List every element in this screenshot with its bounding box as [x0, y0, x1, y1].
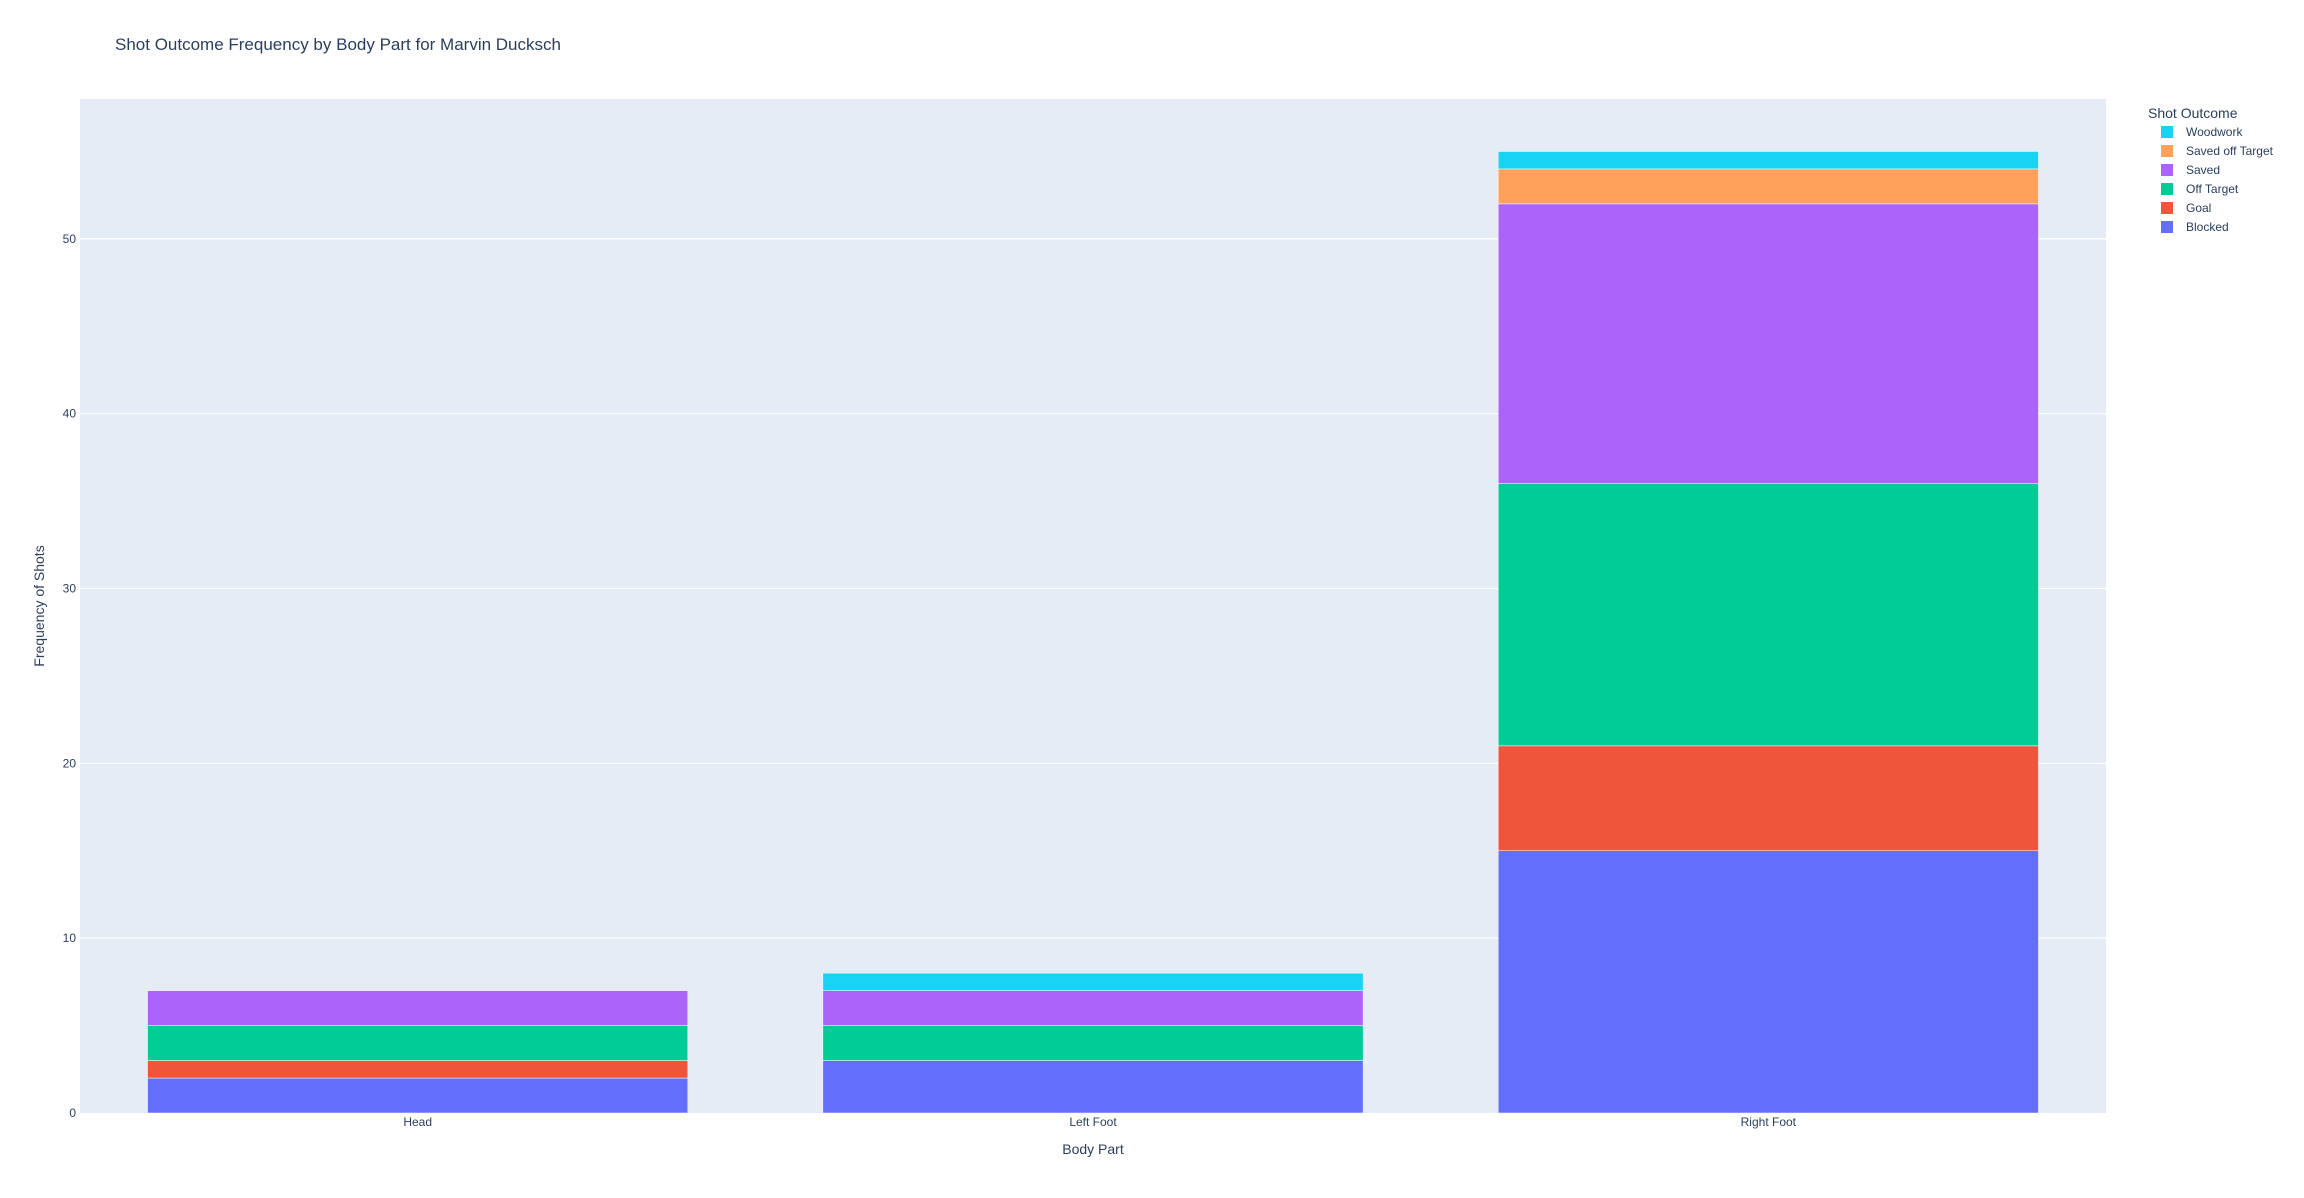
legend: Shot Outcome Woodwork Saved off Target Sav…	[2148, 105, 2274, 234]
legend-label: Saved off Target	[2186, 144, 2274, 158]
legend-swatch	[2161, 202, 2173, 214]
legend-swatch	[2161, 183, 2173, 195]
x-tick-label: Right Foot	[1741, 1115, 1797, 1129]
legend-items: Woodwork Saved off Target Saved Off Target G…	[2161, 125, 2274, 234]
bar-segment	[147, 1060, 689, 1079]
y-axis-title: Frequency of Shots	[31, 545, 47, 666]
chart-container: 0 10 20 30 40 50 Head Left Foot Right Foot Shot…	[0, 0, 2304, 1193]
bar-segment	[147, 1025, 689, 1061]
stacked-bar-chart: 0 10 20 30 40 50 Head Left Foot Right Foot Shot…	[31, 35, 2274, 1157]
y-tick-label: 40	[63, 407, 77, 421]
x-tick-label: Left Foot	[1069, 1115, 1117, 1129]
bar-segment	[822, 1025, 1364, 1061]
legend-label: Goal	[2186, 201, 2211, 215]
chart-title: Shot Outcome Frequency by Body Part for …	[115, 35, 561, 54]
bar-segment	[1497, 151, 2039, 170]
y-tick-label: 50	[63, 232, 77, 246]
x-axis-title: Body Part	[1062, 1141, 1124, 1157]
bar-segment	[1497, 850, 2039, 1114]
bar-segment	[1497, 203, 2039, 484]
legend-title: Shot Outcome	[2148, 105, 2238, 121]
x-axis-ticks: Head Left Foot Right Foot	[403, 1115, 1796, 1129]
legend-swatch	[2161, 145, 2173, 157]
legend-swatch	[2161, 164, 2173, 176]
y-tick-label: 20	[63, 756, 77, 770]
legend-label: Woodwork	[2186, 125, 2243, 139]
legend-label: Off Target	[2186, 182, 2239, 196]
legend-swatch	[2161, 126, 2173, 138]
bar-segment	[1497, 168, 2039, 205]
x-tick-label: Head	[403, 1115, 432, 1129]
bar-segment	[1497, 745, 2039, 852]
y-tick-label: 0	[69, 1106, 76, 1120]
y-tick-label: 30	[63, 582, 77, 596]
legend-swatch	[2161, 221, 2173, 233]
bar-segment	[147, 1077, 689, 1114]
y-tick-label: 10	[63, 931, 77, 945]
bar-segment	[822, 972, 1364, 991]
bar-segment	[147, 990, 689, 1026]
bar-segment	[1497, 483, 2039, 747]
y-axis-ticks: 0 10 20 30 40 50	[63, 232, 77, 1120]
bar-segment	[822, 990, 1364, 1026]
bar-segment	[822, 1060, 1364, 1114]
legend-label: Blocked	[2186, 220, 2229, 234]
legend-label: Saved	[2186, 163, 2220, 177]
